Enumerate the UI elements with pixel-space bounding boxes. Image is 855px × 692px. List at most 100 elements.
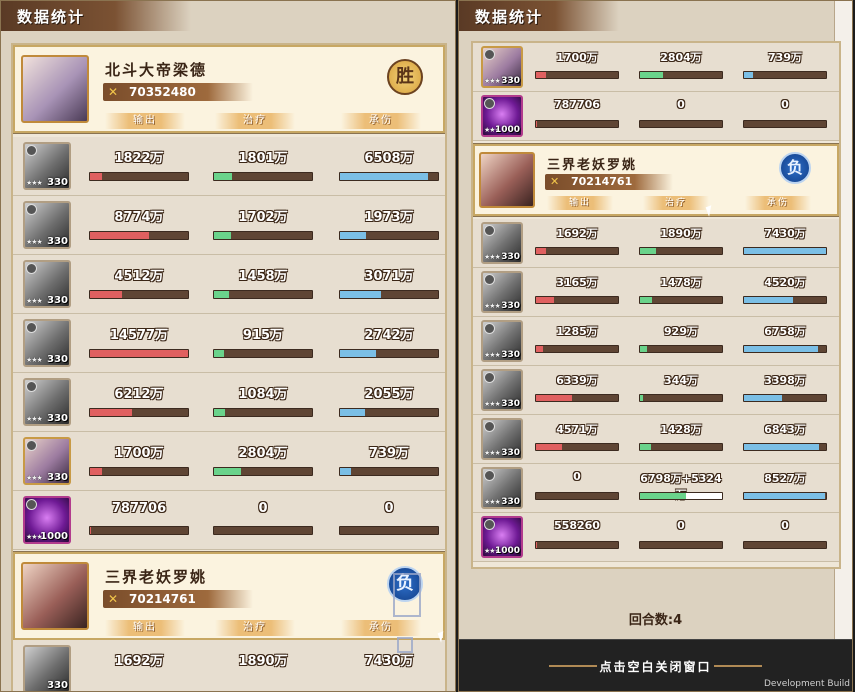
tank-bar-fill [744, 493, 826, 499]
heal-cell: 0 [639, 98, 723, 130]
heal-value: 2804万 [238, 446, 288, 461]
star-rating-icon: ★★★ [26, 415, 43, 423]
hero-card-winner: 北斗大帝梁德 ✕ 70352480 胜 输出 治疗 承伤 [13, 45, 445, 133]
damage-bar [535, 541, 619, 549]
unit-avatar[interactable]: ★★★ 330 [481, 222, 523, 264]
damage-bar [89, 172, 189, 181]
heal-cell: 1428万 [639, 421, 723, 453]
damage-bar-fill [90, 232, 149, 239]
tab-tank[interactable]: 承伤 [745, 196, 811, 210]
damage-cell: 1692万 [535, 225, 619, 257]
tank-value: 739万 [368, 446, 410, 461]
heal-bar-fill [214, 350, 224, 357]
tank-cell: 739万 [339, 442, 439, 478]
unit-row: ★★★ 330 8774万 1702万 1973万 [13, 196, 445, 255]
unit-avatar[interactable]: ★★★ 330 [23, 437, 71, 485]
unit-level: 330 [47, 413, 68, 424]
tank-cell: 0 [339, 501, 439, 537]
tank-bar [339, 408, 439, 417]
unit-avatar[interactable]: ★★★ 330 [481, 320, 523, 362]
tab-heal[interactable]: 治疗 [215, 113, 295, 129]
tank-bar [743, 296, 827, 304]
unit-level: 330 [47, 472, 68, 483]
tank-bar [743, 345, 827, 353]
tank-value: 0 [781, 98, 789, 111]
damage-value: 1285万 [556, 325, 598, 338]
unit-level: 330 [501, 301, 520, 311]
tank-cell: 1973万 [339, 206, 439, 242]
unit-avatar[interactable]: ★★★ 330 [481, 418, 523, 460]
unit-avatar[interactable]: ★★★ 330 [23, 260, 71, 308]
star-rating-icon: ★★★ [484, 498, 501, 506]
overlay-control[interactable] [397, 637, 413, 653]
element-badge-icon [26, 204, 37, 215]
unit-avatar[interactable]: ★★★ 330 [481, 369, 523, 411]
unit-avatar[interactable]: ★★★ 330 [23, 142, 71, 190]
stats-list[interactable]: 北斗大帝梁德 ✕ 70352480 胜 输出 治疗 承伤 ★★★ 330 1822万… [11, 43, 447, 691]
heal-bar [213, 172, 313, 181]
star-rating-icon: ★★★ [26, 297, 43, 305]
unit-avatar[interactable]: ★★★ 1000 [481, 516, 523, 558]
heal-value: 344万 [664, 374, 698, 387]
star-rating-icon: ★★★ [484, 77, 501, 85]
tab-tank[interactable]: 承伤 [341, 620, 421, 636]
unit-row: ★★★ 330 1700万 2804万 739万 [473, 43, 839, 92]
unit-avatar[interactable]: ★★★ 1000 [481, 95, 523, 137]
unit-avatar[interactable]: ★★★ 330 [481, 46, 523, 88]
unit-level: 330 [501, 497, 520, 507]
tab-output[interactable]: 输出 [547, 196, 613, 210]
heal-value: 0 [258, 501, 268, 516]
damage-cell: 1822万 [89, 147, 189, 183]
heal-cell: 1702万 [213, 206, 313, 242]
unit-avatar[interactable]: ★★★ 330 [23, 319, 71, 367]
unit-avatar[interactable]: ★★★ 330 [23, 201, 71, 249]
hero-portrait [21, 562, 89, 630]
damage-cell: 1285万 [535, 323, 619, 355]
heal-value: 1890万 [660, 227, 702, 240]
tab-tank[interactable]: 承伤 [341, 113, 421, 129]
tank-bar-fill [744, 444, 820, 450]
tank-cell: 3398万 [743, 372, 827, 404]
unit-row: ★★★ 330 3165万 1478万 4520万 [473, 268, 839, 317]
overlay-control[interactable] [393, 573, 421, 617]
tab-output[interactable]: 输出 [105, 620, 185, 636]
unit-avatar[interactable]: ★★★ 1000 [23, 496, 71, 544]
tank-bar [743, 443, 827, 451]
unit-row: ★★★ 330 1700万 2804万 739万 [13, 432, 445, 491]
heal-cell: 1458万 [213, 265, 313, 301]
hero-name: 三界老妖罗姚 [547, 158, 638, 173]
tank-value: 0 [781, 519, 789, 532]
tank-value: 7430万 [364, 654, 414, 669]
heal-bar-fill [214, 232, 231, 239]
tank-cell: 8527万 [743, 470, 827, 502]
heal-cell: 1084万 [213, 383, 313, 419]
damage-cell: 8774万 [89, 206, 189, 242]
tab-heal[interactable]: 治疗 [215, 620, 295, 636]
damage-bar [535, 71, 619, 79]
heal-cell: 344万 [639, 372, 723, 404]
heal-value: 1702万 [238, 210, 288, 225]
heal-cell: 1890万 [639, 225, 723, 257]
damage-cell: 6339万 [535, 372, 619, 404]
stats-list[interactable]: ★★★ 330 1700万 2804万 739万 ★★★ 1000 787706 0 0 三界老妖… [471, 41, 841, 569]
tank-value: 1973万 [364, 210, 414, 225]
heal-cell: 0 [213, 501, 313, 537]
heal-bar [639, 296, 723, 304]
tank-bar-fill [744, 395, 782, 401]
close-hint-bar[interactable]: 点击空白关闭窗口 Development Build [459, 639, 852, 691]
decoration-line [714, 665, 762, 667]
unit-avatar[interactable]: ★★★ 330 [481, 467, 523, 509]
tank-bar-fill [340, 291, 382, 298]
tank-cell: 6758万 [743, 323, 827, 355]
tab-output[interactable]: 输出 [105, 113, 185, 129]
unit-avatar[interactable]: ★★★ 330 [481, 271, 523, 313]
unit-row: ★★★ 330 1822万 1801万 6508万 [13, 137, 445, 196]
damage-bar [535, 120, 619, 128]
tank-bar-fill [340, 409, 366, 416]
star-rating-icon: ★★★ [484, 351, 501, 359]
element-badge-icon [484, 519, 495, 530]
damage-cell: 4571万 [535, 421, 619, 453]
tab-heal[interactable]: 治疗 [643, 196, 709, 210]
element-badge-icon [26, 145, 37, 156]
unit-avatar[interactable]: ★★★ 330 [23, 378, 71, 426]
